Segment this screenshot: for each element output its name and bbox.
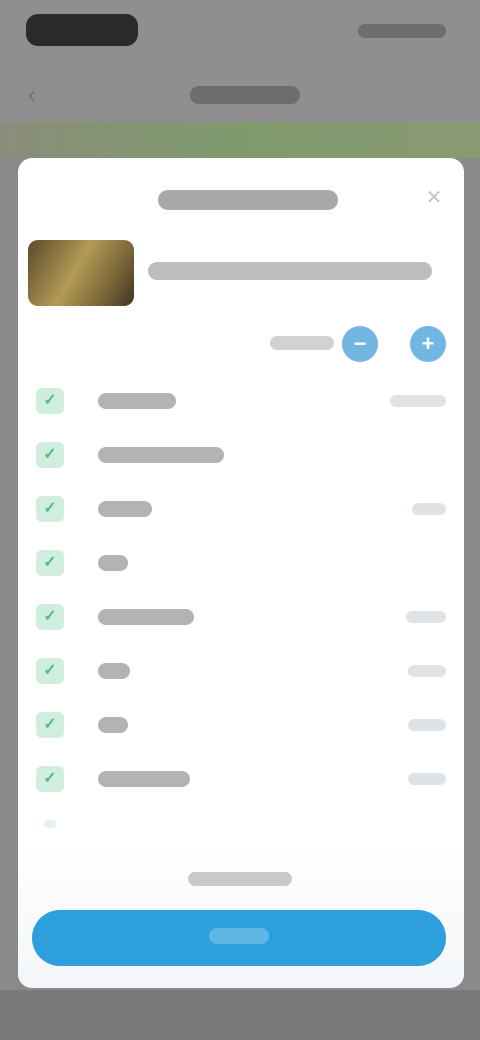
plus-icon: + <box>421 331 435 356</box>
product-image <box>28 240 134 306</box>
category-strip <box>0 122 480 158</box>
quantity-value <box>380 334 408 354</box>
option-item[interactable]: ✓ <box>18 752 464 806</box>
status-bar <box>0 0 480 64</box>
checkbox-checked-icon[interactable]: ✓ <box>36 388 64 414</box>
checkbox-checked-icon[interactable]: ✓ <box>36 604 64 630</box>
close-icon[interactable]: ✕ <box>422 186 446 210</box>
option-label <box>98 609 194 625</box>
option-price <box>390 395 446 407</box>
screen: ‹ · ✕ − + ✓ ✓ ✓ ✓ ✓ ✓ ✓ ✓ <box>0 0 480 1040</box>
checkbox-checked-icon[interactable]: ✓ <box>36 442 64 468</box>
checkbox-checked-icon[interactable]: ✓ <box>36 496 64 522</box>
checkbox-checked-icon[interactable]: ✓ <box>36 712 64 738</box>
option-label <box>98 771 190 787</box>
option-item[interactable]: ✓ <box>18 374 464 428</box>
minus-icon: − <box>353 331 367 356</box>
product-name <box>148 262 432 280</box>
option-item[interactable]: ✓ <box>18 644 464 698</box>
option-list: ✓ ✓ ✓ ✓ ✓ ✓ ✓ ✓ <box>18 374 464 806</box>
option-price <box>412 503 446 515</box>
status-indicators <box>358 24 446 38</box>
option-item[interactable]: ✓ <box>18 428 464 482</box>
status-time <box>26 14 138 46</box>
option-item[interactable]: ✓ <box>18 698 464 752</box>
confirm-button[interactable] <box>32 910 446 966</box>
option-item[interactable]: ✓ <box>18 536 464 590</box>
option-price <box>408 773 446 785</box>
option-item[interactable]: ✓ <box>18 482 464 536</box>
option-label <box>98 447 224 463</box>
confirm-button-label <box>209 927 269 944</box>
checkbox-checked-icon[interactable]: ✓ <box>36 658 64 684</box>
option-label <box>98 555 128 571</box>
option-item[interactable]: ✓ <box>18 590 464 644</box>
sheet-title <box>158 190 338 210</box>
list-more-indicator <box>44 820 56 828</box>
option-sheet: ✕ − + ✓ ✓ ✓ ✓ ✓ ✓ ✓ ✓ <box>18 158 464 988</box>
page-title <box>190 86 300 104</box>
option-price <box>408 719 446 731</box>
checkbox-checked-icon[interactable]: ✓ <box>36 766 64 792</box>
option-label <box>98 663 130 679</box>
option-label <box>98 393 176 409</box>
quantity-decrease-button[interactable]: − <box>342 326 378 362</box>
checkbox-checked-icon[interactable]: ✓ <box>36 550 64 576</box>
bottom-background <box>0 990 480 1040</box>
quantity-label <box>270 336 334 350</box>
option-label <box>98 717 128 733</box>
quantity-increase-button[interactable]: + <box>410 326 446 362</box>
option-price <box>408 665 446 677</box>
back-arrow-icon[interactable]: ‹ <box>28 84 50 106</box>
option-price <box>406 611 446 623</box>
option-label <box>98 501 152 517</box>
more-icon[interactable]: · <box>352 84 374 106</box>
order-summary <box>188 872 292 886</box>
